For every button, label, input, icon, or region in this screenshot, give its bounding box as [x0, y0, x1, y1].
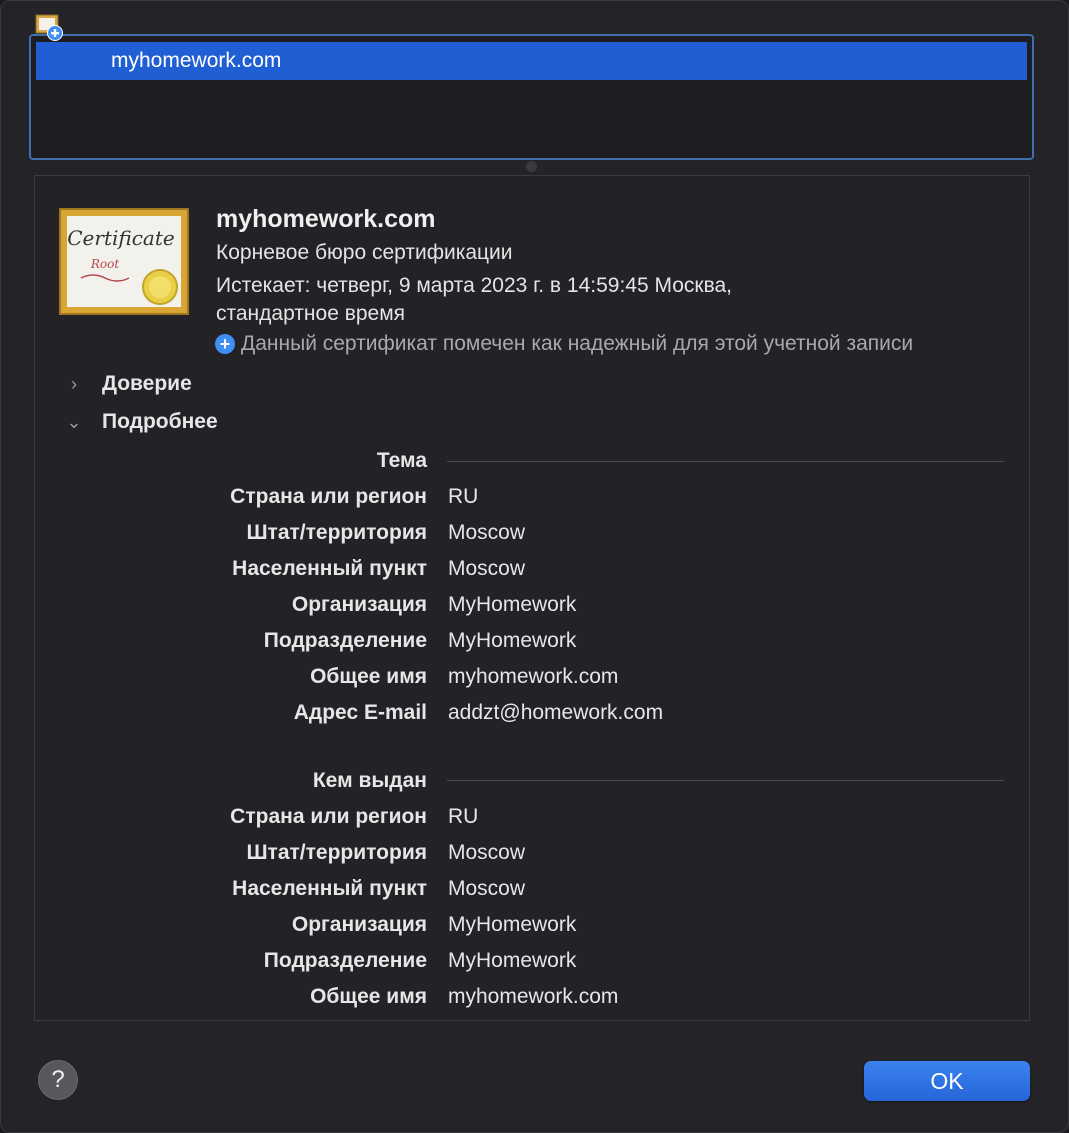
- detail-key: Населенный пункт: [232, 557, 427, 580]
- detail-key: Подразделение: [263, 629, 427, 652]
- detail-value: Moscow: [448, 557, 526, 580]
- detail-row: Общее имя myhomework.com: [151, 665, 851, 695]
- detail-row: Страна или регион RU: [151, 485, 851, 515]
- chevron-down-icon[interactable]: ⌄: [65, 412, 83, 433]
- issuer-heading: Кем выдан: [312, 769, 427, 792]
- trust-disclosure[interactable]: › Доверие: [65, 372, 192, 396]
- detail-row: Организация MyHomework: [151, 593, 851, 623]
- detail-key: Штат/территория: [246, 841, 427, 864]
- chevron-right-icon[interactable]: ›: [65, 374, 83, 395]
- detail-value: myhomework.com: [448, 985, 619, 1008]
- subject-heading: Тема: [376, 449, 427, 472]
- detail-row: Штат/территория Moscow: [151, 521, 851, 551]
- plus-circle-icon: +: [215, 334, 235, 354]
- trust-status-text: Данный сертификат помечен как надежный д…: [241, 332, 914, 355]
- certificate-name: myhomework.com: [216, 205, 436, 233]
- certificate-expiry: Истекает: четверг, 9 марта 2023 г. в 14:…: [216, 274, 732, 325]
- detail-value: Moscow: [448, 521, 526, 544]
- certificate-dialog: myhomework.com Certificate Root myhomewo…: [0, 0, 1069, 1133]
- details-disclosure-label[interactable]: Подробнее: [102, 410, 218, 434]
- certificate-list-item-label[interactable]: myhomework.com: [111, 49, 281, 73]
- detail-value: MyHomework: [448, 949, 577, 972]
- detail-value: Moscow: [448, 841, 526, 864]
- detail-key: Населенный пункт: [232, 877, 427, 900]
- detail-row: Подразделение MyHomework: [151, 629, 851, 659]
- detail-key: Подразделение: [263, 949, 427, 972]
- detail-row: Адрес E-mail addzt@homework.com: [151, 701, 851, 731]
- detail-row: Населенный пункт Moscow: [151, 877, 851, 907]
- detail-row: Общее имя myhomework.com: [151, 985, 851, 1015]
- detail-key: Общее имя: [310, 665, 427, 688]
- detail-key: Организация: [291, 593, 427, 616]
- certificate-kind: Корневое бюро сертификации: [216, 241, 513, 264]
- issuer-divider: [447, 780, 1004, 781]
- detail-row: Населенный пункт Moscow: [151, 557, 851, 587]
- detail-row: Страна или регион RU: [151, 805, 851, 835]
- detail-value: RU: [448, 485, 479, 508]
- detail-key: Общее имя: [310, 985, 427, 1008]
- detail-key: Организация: [291, 913, 427, 936]
- subject-divider: [447, 461, 1004, 462]
- detail-row: Штат/территория Moscow: [151, 841, 851, 871]
- details-disclosure[interactable]: ⌄ Подробнее: [65, 410, 218, 434]
- detail-value: RU: [448, 805, 479, 828]
- help-button[interactable]: ?: [38, 1060, 78, 1100]
- detail-value: MyHomework: [448, 593, 577, 616]
- trust-status: + Данный сертификат помечен как надежный…: [215, 332, 913, 356]
- detail-value: MyHomework: [448, 629, 577, 652]
- detail-value: myhomework.com: [448, 665, 619, 688]
- detail-key: Адрес E-mail: [293, 701, 427, 724]
- detail-key: Страна или регион: [230, 805, 427, 828]
- certificate-root-icon: Certificate Root: [59, 208, 189, 315]
- splitter-handle[interactable]: [526, 161, 537, 172]
- detail-key: Страна или регион: [230, 485, 427, 508]
- trust-disclosure-label[interactable]: Доверие: [102, 372, 192, 396]
- detail-row: Организация MyHomework: [151, 913, 851, 943]
- detail-value: addzt@homework.com: [448, 701, 664, 724]
- detail-key: Штат/территория: [246, 521, 427, 544]
- detail-value: Moscow: [448, 877, 526, 900]
- certificate-icon-title: Certificate: [67, 226, 174, 250]
- certificate-plus-icon: [35, 14, 63, 41]
- certificate-icon-subtitle: Root: [90, 257, 119, 271]
- ok-button[interactable]: OK: [864, 1061, 1030, 1101]
- detail-value: MyHomework: [448, 913, 577, 936]
- detail-row: Подразделение MyHomework: [151, 949, 851, 979]
